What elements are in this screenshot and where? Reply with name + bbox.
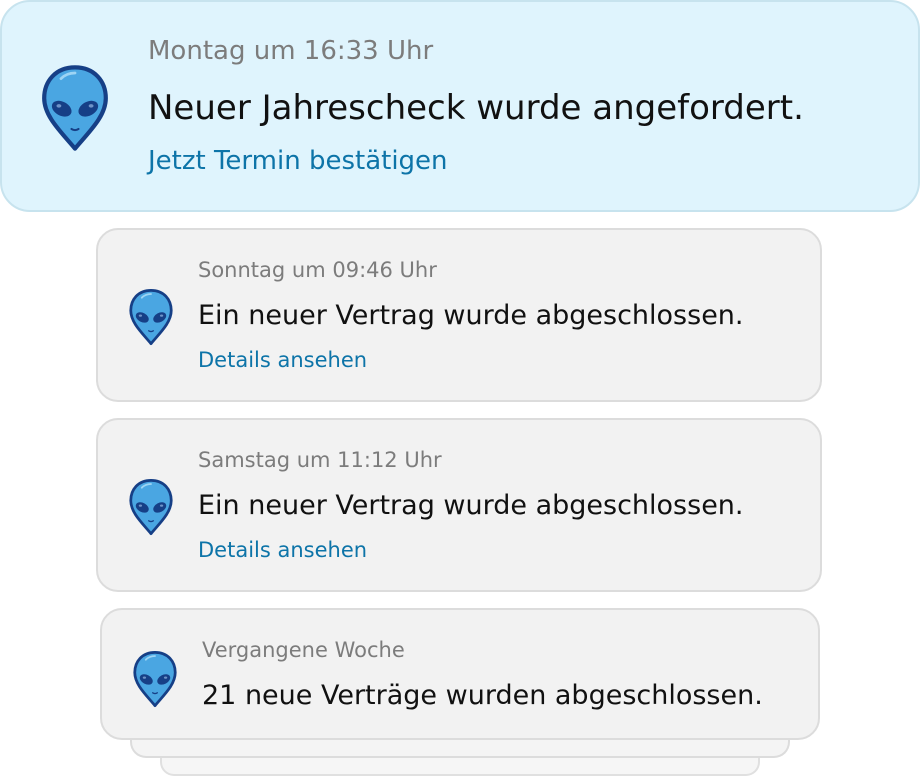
alien-icon [132,650,178,708]
alien-icon [128,288,174,346]
notification-time: Vergangene Woche [202,638,405,662]
notification-card[interactable]: Samstag um 11:12 Uhr Ein neuer Vertrag w… [96,418,822,592]
notification-message: Ein neuer Vertrag wurde abgeschlossen. [198,490,744,521]
notification-message: Ein neuer Vertrag wurde abgeschlossen. [198,300,744,331]
notification-time: Sonntag um 09:46 Uhr [198,258,437,282]
notification-message: Neuer Jahrescheck wurde angefordert. [148,88,804,128]
alien-icon [128,478,174,536]
alien-icon [40,64,110,152]
notification-time: Samstag um 11:12 Uhr [198,448,442,472]
confirm-appointment-link[interactable]: Jetzt Termin bestätigen [148,146,448,176]
notification-card[interactable]: Montag um 16:33 Uhr Neuer Jahrescheck wu… [0,0,920,212]
notification-message: 21 neue Verträge wurden abgeschlossen. [202,680,763,711]
notification-card[interactable]: Sonntag um 09:46 Uhr Ein neuer Vertrag w… [96,228,822,402]
details-link[interactable]: Details ansehen [198,348,367,372]
notification-card[interactable]: Vergangene Woche 21 neue Verträge wurden… [100,608,820,740]
details-link[interactable]: Details ansehen [198,538,367,562]
notification-time: Montag um 16:33 Uhr [148,36,434,66]
